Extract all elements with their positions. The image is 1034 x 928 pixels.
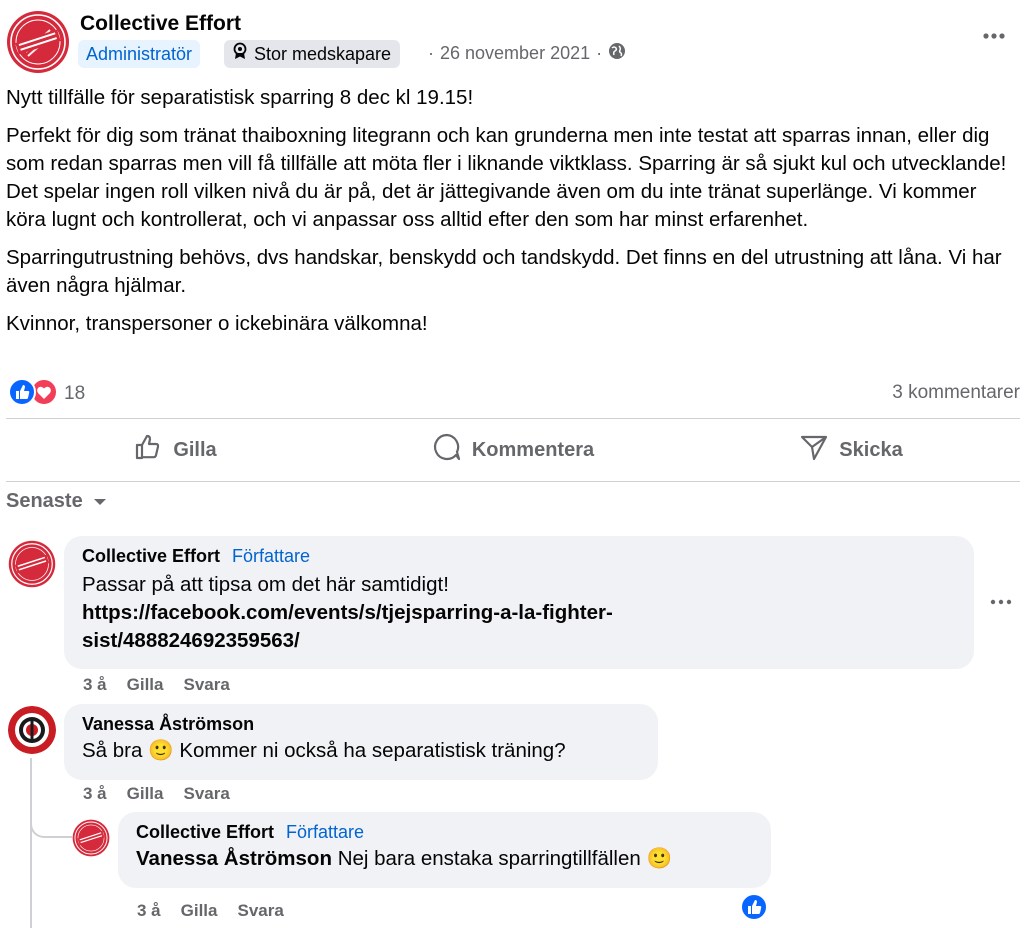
comment-text: Så bra	[82, 739, 143, 762]
comment-avatar[interactable]	[72, 819, 110, 857]
comment-meta: 3 å Gilla Svara	[83, 675, 230, 695]
like-button[interactable]: Gilla	[6, 420, 344, 480]
comments-count[interactable]: 3 kommentarer	[892, 382, 1020, 404]
comment-text: Nej bara enstaka sparringtillfällen	[337, 847, 641, 870]
comment-reply-button[interactable]: Svara	[184, 675, 230, 695]
comment-author[interactable]: Vanessa Åströmson	[82, 714, 640, 735]
author-tag: Författare	[232, 546, 311, 566]
mention-link[interactable]: Vanessa Åströmson	[136, 847, 332, 870]
smile-emoji: 🙂	[148, 739, 174, 762]
post-meta: · 26 november 2021 ·	[428, 42, 626, 65]
post-paragraph: Sparringutrustning behövs, dvs handskar,…	[6, 246, 1002, 297]
comment-bubble: Collective Effort Författare Vanessa Åst…	[118, 812, 771, 888]
send-button[interactable]: Skicka	[682, 420, 1020, 480]
page-avatar[interactable]	[6, 10, 70, 74]
comment-link-line: https://facebook.com/events/s/tjejsparri…	[82, 601, 613, 624]
smile-emoji: 🙂	[646, 847, 673, 870]
send-icon	[799, 432, 829, 468]
comment-like-button[interactable]: Gilla	[127, 784, 164, 804]
comment-avatar[interactable]	[8, 540, 56, 588]
comment-text: Kommer ni också ha separatistisk träning…	[179, 739, 566, 762]
post-paragraph: Nytt tillfälle för separatistisk sparrin…	[6, 86, 474, 109]
reaction-count: 18	[64, 383, 86, 404]
reactions-summary[interactable]: 18	[8, 377, 86, 411]
more-icon[interactable]	[986, 588, 1014, 616]
comment-avatar[interactable]	[8, 706, 56, 754]
comment-link-line: sist/488824692359563/	[82, 629, 300, 652]
thumbs-up-icon	[133, 432, 163, 468]
comment-text: Passar på att tipsa om det här samtidigt…	[82, 573, 449, 596]
comment-author[interactable]: Collective Effort	[136, 822, 274, 843]
like-label: Gilla	[173, 438, 217, 461]
comment-age[interactable]: 3 å	[83, 675, 107, 695]
contributor-badge[interactable]: Stor medskapare	[224, 40, 401, 68]
comment-reply-button[interactable]: Svara	[184, 784, 230, 804]
post-paragraph: Kvinnor, transpersoner o ickebinära välk…	[6, 312, 428, 335]
comment-reply-button[interactable]: Svara	[238, 901, 284, 921]
post-body: Nytt tillfälle för separatistisk sparrin…	[6, 84, 1021, 348]
globe-icon	[608, 42, 626, 65]
like-reaction-icon[interactable]	[740, 893, 768, 926]
comment-bubble: Collective Effort Författare Passar på a…	[64, 536, 974, 669]
send-label: Skicka	[839, 438, 903, 461]
comment-age[interactable]: 3 å	[83, 784, 107, 804]
post-paragraph: Perfekt för dig som tränat thaiboxning l…	[6, 124, 1007, 231]
chevron-down-icon	[93, 490, 107, 513]
author-tag: Författare	[286, 822, 365, 842]
comment-button[interactable]: Kommentera	[344, 420, 682, 480]
meta-separator: ·	[428, 43, 434, 63]
thread-line	[30, 758, 32, 928]
comment-age[interactable]: 3 å	[137, 901, 161, 921]
thread-connector	[30, 796, 72, 838]
comment-like-button[interactable]: Gilla	[181, 901, 218, 921]
comment-meta: 3 å Gilla Svara	[83, 784, 230, 804]
comment-text-row: Vanessa Åströmson Nej bara enstaka sparr…	[136, 845, 753, 873]
meta-separator: ·	[596, 43, 603, 63]
like-reaction-icon	[8, 377, 36, 411]
sort-label: Senaste	[6, 490, 83, 512]
post-date[interactable]: 26 november 2021	[440, 43, 590, 64]
divider	[6, 418, 1020, 419]
comment-icon	[432, 432, 462, 468]
comment-meta: 3 å Gilla Svara	[137, 901, 284, 921]
comment-link[interactable]: https://facebook.com/events/s/tjejsparri…	[82, 599, 956, 655]
comment-sort-dropdown[interactable]: Senaste	[6, 490, 107, 513]
badge-icon	[232, 40, 248, 68]
comment-text-row: Så bra 🙂 Kommer ni också ha separatistis…	[82, 737, 640, 765]
action-bar: Gilla Kommentera Skicka	[6, 420, 1020, 480]
comment-label: Kommentera	[471, 438, 595, 461]
divider	[6, 481, 1020, 482]
more-icon[interactable]	[980, 22, 1008, 50]
role-badge[interactable]: Administratör	[78, 40, 201, 68]
comment-bubble: Vanessa Åströmson Så bra 🙂 Kommer ni ock…	[64, 704, 658, 780]
comment-like-button[interactable]: Gilla	[127, 675, 164, 695]
comment-author[interactable]: Collective Effort	[82, 546, 220, 567]
page-name[interactable]: Collective Effort	[80, 12, 241, 36]
contributor-badge-label: Stor medskapare	[254, 44, 392, 64]
